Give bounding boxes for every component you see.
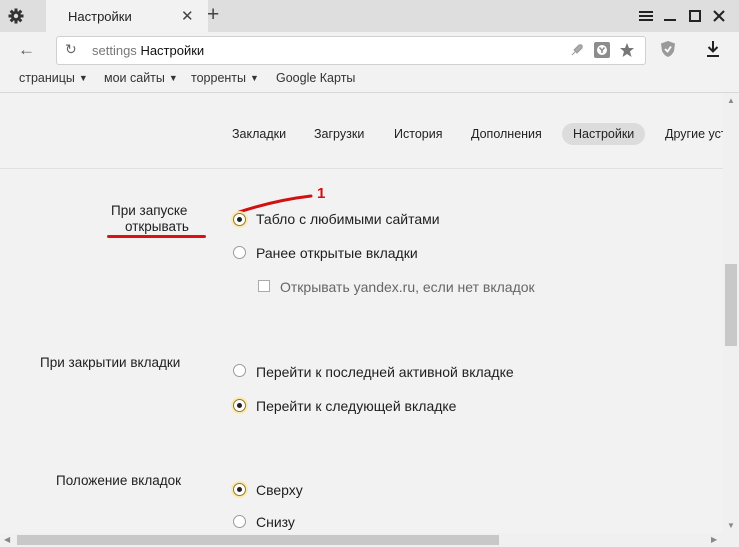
annotation-number: 1 [317,185,326,202]
chevron-down-icon: ▼ [250,73,259,83]
option-label[interactable]: Табло с любимыми сайтами [256,211,440,227]
tab-title: Настройки [68,9,132,24]
radio-close-last-active[interactable] [233,364,246,377]
settings-page: Закладки Загрузки История Дополнения Нас… [0,93,723,533]
menu-icon[interactable] [636,6,656,26]
scroll-right-icon[interactable]: ▶ [711,535,717,544]
startup-label: При запуске [111,203,188,218]
protect-icon[interactable] [594,42,610,58]
scrollbar-thumb[interactable] [725,264,737,346]
rocket-icon[interactable] [569,42,585,58]
chevron-down-icon: ▼ [168,73,178,83]
back-arrow-icon[interactable]: ← [18,41,35,58]
tab-settings[interactable]: Настройки ✕ [46,0,208,32]
settings-subnav: Закладки Загрузки История Дополнения Нас… [0,93,723,169]
startup-label-line2: открывать [125,219,189,234]
nav-history[interactable]: История [394,127,442,141]
bookmark-folder[interactable]: торренты ▼ [191,71,259,85]
scroll-down-icon[interactable]: ▼ [727,521,735,530]
radio-position-top[interactable] [233,483,246,496]
radio-startup-tablo[interactable] [233,213,246,226]
tab-strip: Настройки ✕ + [0,0,739,32]
tab-close-label: При закрытии вкладки [40,355,181,370]
annotation-underline [107,235,206,238]
option-label[interactable]: Снизу [256,514,295,530]
tab-position-label: Положение вкладок [56,473,182,488]
radio-close-next[interactable] [233,399,246,412]
checkbox-open-yandex[interactable] [258,280,270,292]
checkbox-label[interactable]: Открывать yandex.ru, если нет вкладок [280,279,535,295]
window-close-icon[interactable] [709,6,729,26]
option-label[interactable]: Ранее открытые вкладки [256,245,418,261]
address-text[interactable]: settings Настройки [92,43,204,58]
option-label[interactable]: Перейти к следующей вкладке [256,398,456,414]
bookmarks-bar: страницы ▼ мои сайты ▼ торренты ▼ Google Ка… [0,68,739,93]
star-icon[interactable] [619,42,635,58]
chevron-down-icon: ▼ [78,73,88,83]
shield-icon[interactable] [660,40,676,58]
radio-position-bottom[interactable] [233,515,246,528]
download-icon[interactable] [705,39,721,59]
gear-icon[interactable] [8,8,24,24]
toolbar: ← ↻ settings Настройки [0,32,739,68]
horizontal-scrollbar[interactable]: ◀ ▶ [0,533,723,547]
refresh-icon[interactable]: ↻ [65,41,77,58]
nav-extensions[interactable]: Дополнения [471,127,542,141]
new-tab-icon[interactable]: + [207,4,219,26]
close-icon[interactable]: ✕ [181,7,194,25]
option-label[interactable]: Сверху [256,482,303,498]
scroll-left-icon[interactable]: ◀ [4,535,10,544]
option-label[interactable]: Перейти к последней активной вкладке [256,364,514,380]
vertical-scrollbar[interactable]: ▲ ▼ [723,93,739,533]
nav-other-devices[interactable]: Другие устро [665,127,723,141]
nav-downloads[interactable]: Загрузки [314,127,364,141]
maximize-icon[interactable] [685,6,705,26]
address-bar[interactable]: ↻ settings Настройки [56,36,646,65]
scrollbar-corner [723,533,739,547]
minimize-icon[interactable] [660,6,680,26]
radio-startup-previous[interactable] [233,246,246,259]
bookmark-link[interactable]: Google Карты [276,71,355,85]
scrollbar-thumb[interactable] [17,535,499,545]
nav-bookmarks[interactable]: Закладки [232,127,286,141]
bookmark-folder[interactable]: мои сайты ▼ [104,71,178,85]
nav-settings[interactable]: Настройки [562,123,646,145]
bookmark-folder[interactable]: страницы ▼ [19,71,88,85]
scroll-up-icon[interactable]: ▲ [727,96,735,105]
